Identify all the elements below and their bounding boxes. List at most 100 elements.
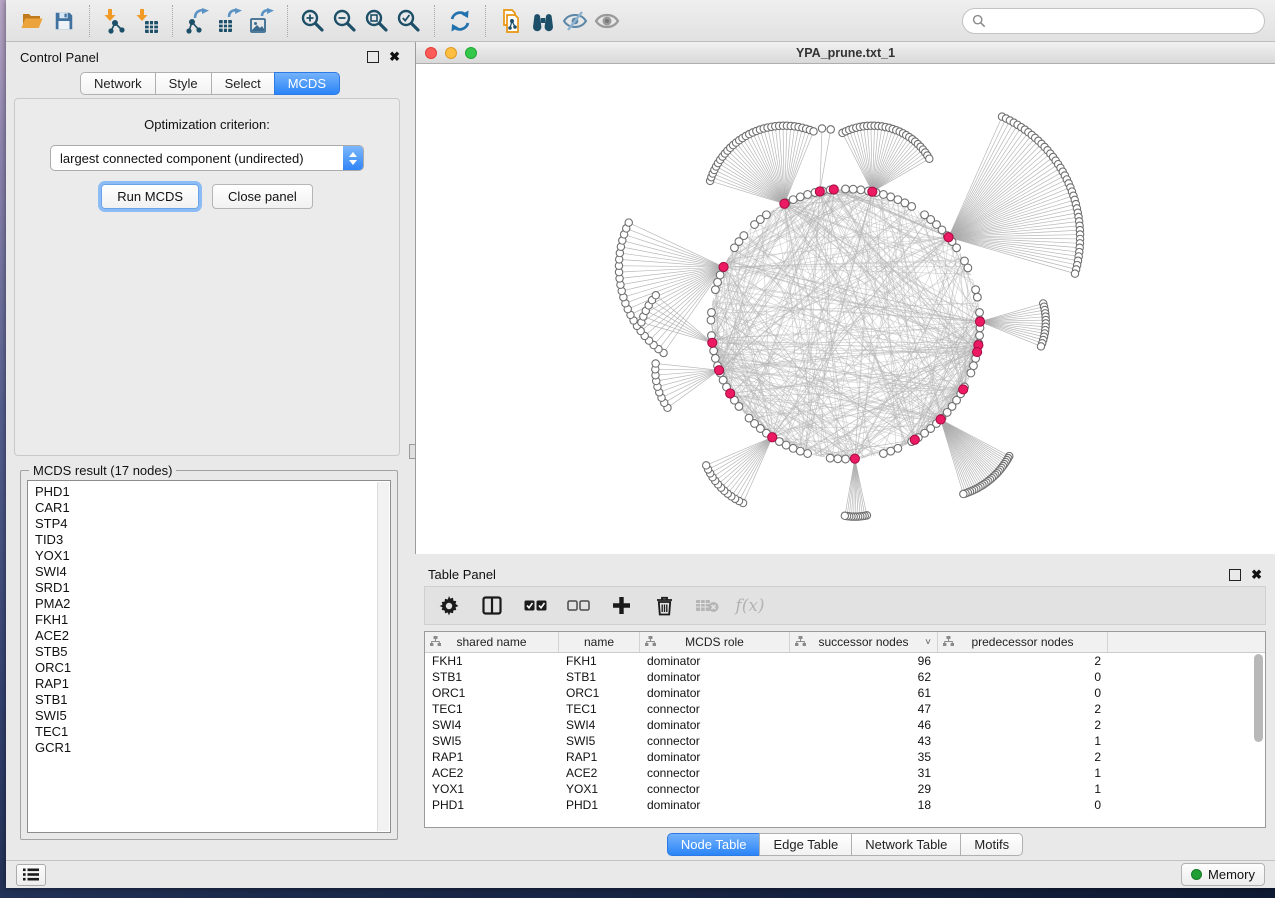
result-node[interactable]: YOX1 bbox=[35, 548, 390, 564]
result-node[interactable]: STB5 bbox=[35, 644, 390, 660]
tab-select[interactable]: Select bbox=[211, 72, 275, 95]
result-node[interactable]: ACE2 bbox=[35, 628, 390, 644]
table-row[interactable]: YOX1YOX1connector291 bbox=[425, 781, 1265, 797]
result-scrollbar[interactable] bbox=[377, 482, 389, 831]
column-header-name[interactable]: name bbox=[559, 632, 640, 652]
zoom-selected-button[interactable] bbox=[393, 5, 425, 37]
mcds-result-list[interactable]: PHD1CAR1STP4TID3YOX1SWI4SRD1PMA2FKH1ACE2… bbox=[27, 480, 391, 833]
result-node[interactable]: SRD1 bbox=[35, 580, 390, 596]
mcds-hub-node[interactable] bbox=[850, 454, 859, 463]
search-field[interactable] bbox=[962, 8, 1265, 34]
ring-node[interactable] bbox=[894, 444, 902, 452]
table-row[interactable]: SWI5SWI5connector431 bbox=[425, 733, 1265, 749]
ring-node[interactable] bbox=[880, 191, 888, 199]
ring-node[interactable] bbox=[976, 309, 984, 317]
mcds-hub-node[interactable] bbox=[719, 262, 728, 271]
result-node[interactable]: RAP1 bbox=[35, 676, 390, 692]
table-settings-button[interactable] bbox=[437, 594, 461, 618]
column-header-shared-name[interactable]: shared name bbox=[425, 632, 559, 652]
ring-node[interactable] bbox=[710, 347, 718, 355]
result-node[interactable]: STP4 bbox=[35, 516, 390, 532]
mcds-hub-node[interactable] bbox=[936, 415, 945, 424]
ring-node[interactable] bbox=[707, 316, 715, 324]
leaf-node[interactable] bbox=[1071, 270, 1078, 277]
tab-edge-table[interactable]: Edge Table bbox=[759, 833, 852, 856]
ring-node[interactable] bbox=[967, 369, 975, 377]
ring-node[interactable] bbox=[826, 454, 834, 462]
node-table[interactable]: shared namenameMCDS rolesuccessor nodes˅… bbox=[424, 631, 1266, 828]
column-header-predecessor-nodes[interactable]: predecessor nodes bbox=[938, 632, 1108, 652]
leaf-node[interactable] bbox=[652, 360, 659, 367]
result-node[interactable]: TEC1 bbox=[35, 724, 390, 740]
ring-node[interactable] bbox=[842, 455, 850, 463]
result-node[interactable]: GCR1 bbox=[35, 740, 390, 756]
mcds-hub-node[interactable] bbox=[708, 338, 717, 347]
clone-network-button[interactable] bbox=[495, 5, 527, 37]
result-node[interactable]: CAR1 bbox=[35, 500, 390, 516]
table-row[interactable]: PHD1PHD1dominator180 bbox=[425, 797, 1265, 813]
column-header-MCDS-role[interactable]: MCDS role bbox=[640, 632, 790, 652]
leaf-node[interactable] bbox=[625, 219, 632, 226]
show-task-history-button[interactable] bbox=[16, 864, 46, 886]
ring-node[interactable] bbox=[857, 186, 865, 194]
ring-node[interactable] bbox=[976, 332, 984, 340]
result-node[interactable]: SWI5 bbox=[35, 708, 390, 724]
float-table-panel-icon[interactable] bbox=[1229, 569, 1241, 581]
criterion-select[interactable]: largest connected component (undirected) bbox=[50, 145, 364, 171]
apply-layout-button[interactable] bbox=[444, 5, 476, 37]
ring-node[interactable] bbox=[849, 185, 857, 193]
leaf-node[interactable] bbox=[926, 155, 933, 162]
memory-button[interactable]: Memory bbox=[1181, 863, 1265, 886]
tab-style[interactable]: Style bbox=[155, 72, 212, 95]
mcds-hub-node[interactable] bbox=[910, 435, 919, 444]
ring-node[interactable] bbox=[964, 264, 972, 272]
ring-node[interactable] bbox=[796, 447, 804, 455]
search-input[interactable] bbox=[992, 12, 1255, 29]
leaf-node[interactable] bbox=[841, 512, 848, 519]
close-panel-icon[interactable]: ✖ bbox=[389, 52, 400, 62]
import-table-button[interactable] bbox=[131, 5, 163, 37]
ring-node[interactable] bbox=[887, 193, 895, 201]
result-node[interactable]: STB1 bbox=[35, 692, 390, 708]
select-all-button[interactable] bbox=[523, 594, 547, 618]
tab-network[interactable]: Network bbox=[80, 72, 156, 95]
ring-node[interactable] bbox=[973, 293, 981, 301]
ring-node[interactable] bbox=[804, 191, 812, 199]
export-table-button[interactable] bbox=[214, 5, 246, 37]
tab-mcds[interactable]: MCDS bbox=[274, 72, 340, 95]
ring-node[interactable] bbox=[970, 362, 978, 370]
ring-node[interactable] bbox=[953, 244, 961, 252]
tab-network-table[interactable]: Network Table bbox=[851, 833, 961, 856]
mcds-hub-node[interactable] bbox=[973, 347, 982, 356]
splitter-grip[interactable] bbox=[409, 444, 416, 459]
zoom-in-button[interactable] bbox=[297, 5, 329, 37]
ring-node[interactable] bbox=[740, 232, 748, 240]
table-row[interactable]: FKH1FKH1dominator962 bbox=[425, 653, 1265, 669]
close-panel-button[interactable]: Close panel bbox=[212, 184, 313, 209]
network-graph[interactable] bbox=[416, 64, 1275, 554]
add-row-button[interactable] bbox=[609, 594, 633, 618]
export-network-button[interactable] bbox=[182, 5, 214, 37]
leaf-node[interactable] bbox=[702, 462, 709, 469]
delete-row-button[interactable] bbox=[652, 594, 676, 618]
ring-node[interactable] bbox=[708, 309, 716, 317]
zoom-out-button[interactable] bbox=[329, 5, 361, 37]
leaf-node[interactable] bbox=[827, 126, 834, 133]
column-view-button[interactable] bbox=[480, 594, 504, 618]
result-node[interactable]: TID3 bbox=[35, 532, 390, 548]
horizontal-splitter[interactable] bbox=[415, 554, 1275, 563]
mcds-hub-node[interactable] bbox=[714, 366, 723, 375]
mcds-hub-node[interactable] bbox=[868, 187, 877, 196]
export-image-button[interactable] bbox=[246, 5, 278, 37]
leaf-node[interactable] bbox=[960, 490, 967, 497]
ring-node[interactable] bbox=[796, 193, 804, 201]
result-node[interactable]: FKH1 bbox=[35, 612, 390, 628]
tab-node-table[interactable]: Node Table bbox=[667, 833, 761, 856]
result-node[interactable]: PMA2 bbox=[35, 596, 390, 612]
table-row[interactable]: SWI4SWI4dominator462 bbox=[425, 717, 1265, 733]
result-node[interactable]: ORC1 bbox=[35, 660, 390, 676]
ring-node[interactable] bbox=[712, 354, 720, 362]
save-session-button[interactable] bbox=[48, 5, 80, 37]
result-node[interactable]: SWI4 bbox=[35, 564, 390, 580]
find-button[interactable] bbox=[527, 5, 559, 37]
